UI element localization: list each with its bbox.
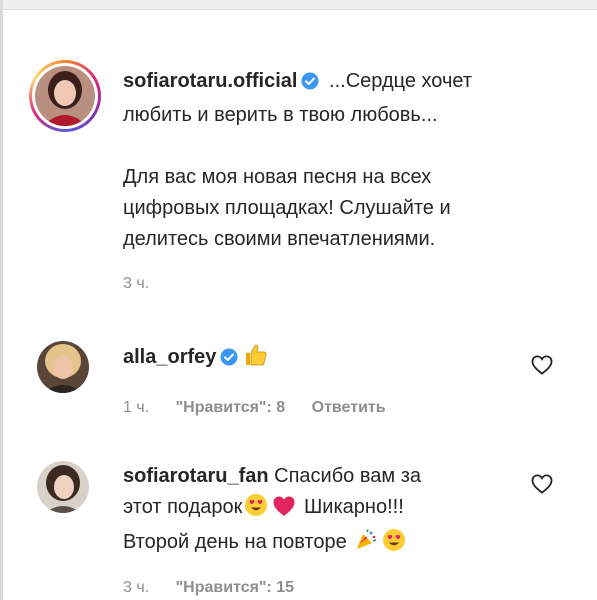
red-heart-emoji-icon — [272, 495, 296, 527]
caption-text-line-3: Для вас моя новая песня на всех — [123, 166, 432, 188]
comment-text-part-1: Спасибо вам за — [274, 465, 421, 487]
like-heart-icon[interactable] — [531, 474, 553, 499]
avatar[interactable] — [37, 341, 89, 393]
heart-eyes-emoji-icon — [244, 493, 268, 527]
caption-text-line-1: ...Сердце хочет — [329, 70, 473, 92]
caption-text-line-4: цифровых площадках! Слушайте и — [123, 197, 451, 219]
thumbs-up-icon — [244, 343, 268, 377]
avatar[interactable] — [37, 461, 89, 513]
comment-timestamp[interactable]: 1 ч. — [123, 399, 149, 416]
caption-timestamp[interactable]: 3 ч. — [123, 275, 149, 292]
caption-username[interactable]: sofiarotaru.official — [123, 70, 297, 92]
comment-likes-count[interactable]: "Нравится": 15 — [176, 579, 295, 596]
comment-timestamp[interactable]: 3 ч. — [123, 579, 149, 596]
comment-username[interactable]: sofiarotaru_fan — [123, 465, 269, 487]
comment-text-part-2: этот подарок — [123, 496, 243, 518]
reply-button[interactable]: Ответить — [312, 399, 386, 416]
verified-badge-icon — [220, 345, 238, 376]
caption-text-line-2: любить и верить в твою любовь... — [123, 104, 438, 126]
comment-likes-count[interactable]: "Нравится": 8 — [176, 399, 286, 416]
party-popper-emoji-icon — [354, 528, 378, 562]
avatar-photo-icon — [37, 341, 89, 393]
comment-text-part-3: Шикарно!!! — [303, 496, 404, 518]
like-heart-icon[interactable] — [531, 355, 553, 380]
story-ring[interactable] — [29, 60, 101, 132]
heart-eyes-emoji-icon — [382, 528, 406, 562]
caption-text-line-5: делитесь своими впечатлениями. — [123, 228, 436, 250]
window-top-edge — [0, 0, 597, 10]
verified-badge-icon — [301, 69, 319, 100]
comment-username[interactable]: alla_orfey — [123, 346, 216, 368]
comment-text-part-4: Второй день на повторе — [123, 531, 347, 553]
avatar-photo-icon — [37, 461, 89, 513]
avatar-photo-icon — [35, 66, 95, 126]
avatar[interactable] — [35, 66, 95, 126]
window-left-edge — [0, 0, 3, 600]
